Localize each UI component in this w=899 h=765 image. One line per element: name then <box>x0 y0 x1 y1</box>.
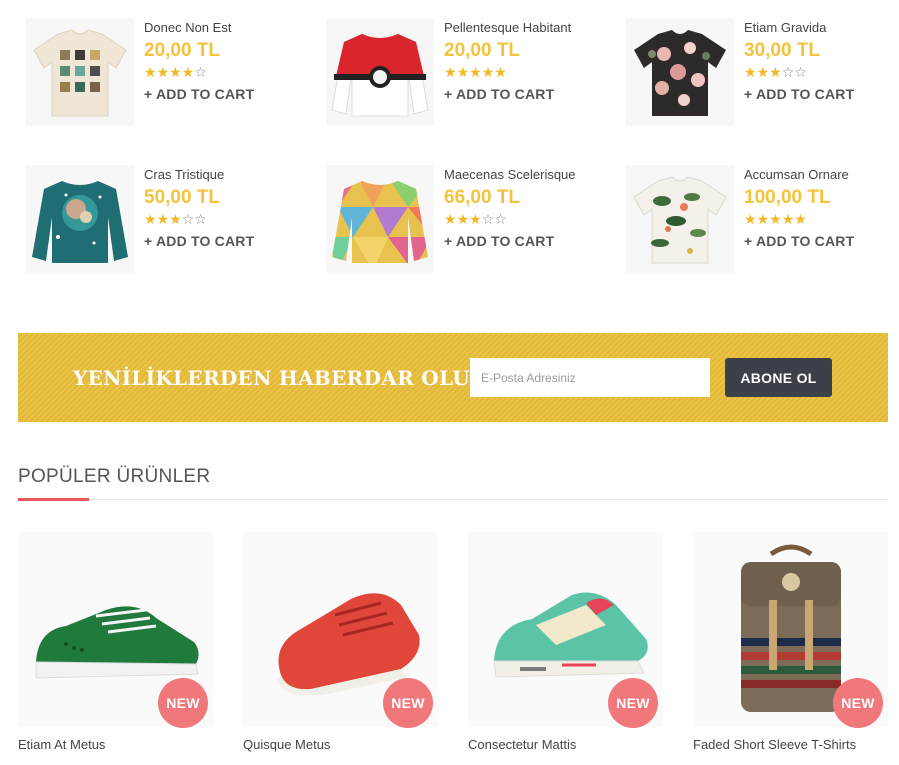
star-icon: ★ <box>181 64 195 80</box>
star-outline-icon: ☆ <box>481 211 495 227</box>
product-image[interactable] <box>326 18 434 126</box>
star-icon: ★ <box>144 211 157 227</box>
star-icon: ★ <box>144 64 157 80</box>
rating-stars: ★★★★☆ <box>144 64 294 80</box>
product-name[interactable]: Cras Tristique <box>144 167 294 183</box>
product-card: NEW Consectetur Mattis <box>468 532 663 757</box>
star-outline-icon: ☆ <box>794 64 807 80</box>
product-card: NEW Faded Short Sleeve T-Shirts <box>693 532 888 757</box>
product-card: Donec Non Est 20,00 TL ★★★★☆ + ADD TO CA… <box>0 0 290 126</box>
product-image[interactable]: NEW <box>18 532 213 728</box>
product-name[interactable]: Etiam At Metus <box>18 737 105 752</box>
product-card: Maecenas Scelerisque 66,00 TL ★★★☆☆ + AD… <box>300 147 590 273</box>
star-icon: ★ <box>744 64 757 80</box>
product-price: 50,00 TL <box>144 187 221 208</box>
add-to-cart-button[interactable]: + ADD TO CART <box>444 233 594 249</box>
newsletter-title: YENİLİKLERDEN HABERDAR OLUN! <box>73 366 498 390</box>
star-icon: ★ <box>794 211 807 227</box>
star-icon: ★ <box>769 211 782 227</box>
product-name[interactable]: Maecenas Scelerisque <box>444 167 594 183</box>
star-icon: ★ <box>469 211 482 227</box>
product-name[interactable]: Accumsan Ornare <box>744 167 894 183</box>
product-name[interactable]: Consectetur Mattis <box>468 737 576 752</box>
new-badge: NEW <box>158 678 208 728</box>
product-name[interactable]: Pellentesque Habitant <box>444 20 594 36</box>
rating-stars: ★★★★★ <box>744 211 894 227</box>
star-icon: ★ <box>169 211 182 227</box>
section-divider <box>18 499 888 500</box>
star-outline-icon: ☆ <box>181 211 195 227</box>
rating-stars: ★★★☆☆ <box>444 211 594 227</box>
add-to-cart-button[interactable]: + ADD TO CART <box>744 233 894 249</box>
add-to-cart-button[interactable]: + ADD TO CART <box>144 233 294 249</box>
product-card: Cras Tristique 50,00 TL ★★★☆☆ + ADD TO C… <box>0 147 290 273</box>
sweater-pokeball-image <box>331 33 429 117</box>
rating-stars: ★★★★★ <box>444 64 594 80</box>
newsletter-banner: YENİLİKLERDEN HABERDAR OLUN! ABONE OL <box>18 333 888 422</box>
sweater-galaxy-image <box>32 181 128 263</box>
star-outline-icon: ☆ <box>194 211 207 227</box>
rating-stars: ★★★☆☆ <box>144 211 294 227</box>
product-image[interactable] <box>326 165 434 273</box>
star-icon: ★ <box>456 64 470 80</box>
star-icon: ★ <box>456 211 470 227</box>
new-badge: NEW <box>608 678 658 728</box>
product-image[interactable] <box>626 18 734 126</box>
product-name[interactable]: Faded Short Sleeve T-Shirts <box>693 737 856 752</box>
star-outline-icon: ☆ <box>194 64 207 80</box>
new-badge: NEW <box>833 678 883 728</box>
section-accent-bar <box>18 498 89 501</box>
rating-stars: ★★★☆☆ <box>744 64 894 80</box>
product-name[interactable]: Etiam Gravida <box>744 20 894 36</box>
star-icon: ★ <box>756 211 770 227</box>
subscribe-button[interactable]: ABONE OL <box>725 358 832 397</box>
product-image[interactable] <box>26 165 134 273</box>
tshirt-floral-dark-image <box>634 30 726 116</box>
product-card: Pellentesque Habitant 20,00 TL ★★★★★ + A… <box>300 0 590 126</box>
star-icon: ★ <box>469 64 482 80</box>
email-input[interactable] <box>470 358 710 397</box>
sneaker-green-image <box>35 605 199 679</box>
product-card: NEW Quisque Metus <box>243 532 438 757</box>
featured-products-grid: Donec Non Est 20,00 TL ★★★★☆ + ADD TO CA… <box>0 0 899 290</box>
sneaker-mint-image <box>492 592 648 678</box>
product-price: 20,00 TL <box>444 40 521 61</box>
add-to-cart-button[interactable]: + ADD TO CART <box>144 86 294 102</box>
star-icon: ★ <box>481 64 495 80</box>
product-name[interactable]: Quisque Metus <box>243 737 330 752</box>
tshirt-floral-light-image <box>633 176 727 264</box>
star-icon: ★ <box>781 211 795 227</box>
star-icon: ★ <box>756 64 770 80</box>
product-price: 30,00 TL <box>744 40 821 61</box>
sweater-geometric-image <box>332 181 428 263</box>
product-card: Etiam Gravida 30,00 TL ★★★☆☆ + ADD TO CA… <box>600 0 890 126</box>
star-icon: ★ <box>494 64 507 80</box>
star-icon: ★ <box>444 64 457 80</box>
star-icon: ★ <box>169 64 182 80</box>
product-image[interactable] <box>26 18 134 126</box>
star-icon: ★ <box>156 64 170 80</box>
product-image[interactable] <box>626 165 734 273</box>
new-badge: NEW <box>383 678 433 728</box>
product-image[interactable]: NEW <box>468 532 663 728</box>
star-icon: ★ <box>156 211 170 227</box>
sneaker-red-image <box>276 592 420 695</box>
star-icon: ★ <box>444 211 457 227</box>
add-to-cart-button[interactable]: + ADD TO CART <box>444 86 594 102</box>
product-name[interactable]: Donec Non Est <box>144 20 294 36</box>
tshirt-minerals-image <box>33 29 127 117</box>
star-icon: ★ <box>744 211 757 227</box>
star-icon: ★ <box>769 64 782 80</box>
product-price: 20,00 TL <box>144 40 221 61</box>
product-card: Accumsan Ornare 100,00 TL ★★★★★ + ADD TO… <box>600 147 890 273</box>
product-image[interactable]: NEW <box>693 532 888 728</box>
product-price: 66,00 TL <box>444 187 521 208</box>
product-price: 100,00 TL <box>744 187 831 208</box>
star-outline-icon: ☆ <box>494 211 507 227</box>
add-to-cart-button[interactable]: + ADD TO CART <box>744 86 894 102</box>
section-title: POPÜLER ÜRÜNLER <box>18 466 211 487</box>
product-image[interactable]: NEW <box>243 532 438 728</box>
product-card: NEW Etiam At Metus <box>18 532 213 757</box>
star-outline-icon: ☆ <box>781 64 795 80</box>
